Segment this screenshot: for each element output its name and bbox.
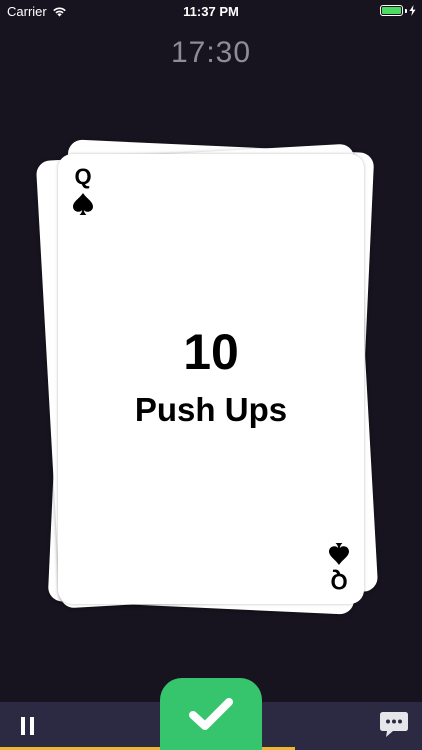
complete-exercise-button[interactable] xyxy=(160,678,262,750)
spade-icon xyxy=(329,543,349,565)
battery-icon xyxy=(380,5,403,16)
chat-button[interactable] xyxy=(374,706,414,744)
exercise-card[interactable]: Q 10 Push Ups Q xyxy=(58,154,364,604)
card-corner-bottom: Q xyxy=(327,542,351,594)
status-right xyxy=(380,5,416,16)
battery-level xyxy=(382,7,401,14)
card-corner-top: Q xyxy=(71,165,95,216)
card-rank-inverted: Q xyxy=(330,569,348,594)
chat-bubble-icon xyxy=(380,712,408,737)
card-rank: Q xyxy=(74,164,92,189)
pause-button[interactable] xyxy=(10,710,46,742)
battery-tip xyxy=(405,8,407,13)
checkmark-icon xyxy=(189,698,233,730)
pause-icon xyxy=(21,717,34,735)
status-time: 11:37 PM xyxy=(183,4,239,19)
status-bar: Carrier 11:37 PM xyxy=(0,0,422,22)
reps-count: 10 xyxy=(183,324,239,380)
charging-bolt-icon xyxy=(409,5,416,16)
elapsed-timer: 17:30 xyxy=(170,36,252,69)
exercise-name: Push Ups xyxy=(134,391,288,428)
spade-icon xyxy=(73,193,93,215)
